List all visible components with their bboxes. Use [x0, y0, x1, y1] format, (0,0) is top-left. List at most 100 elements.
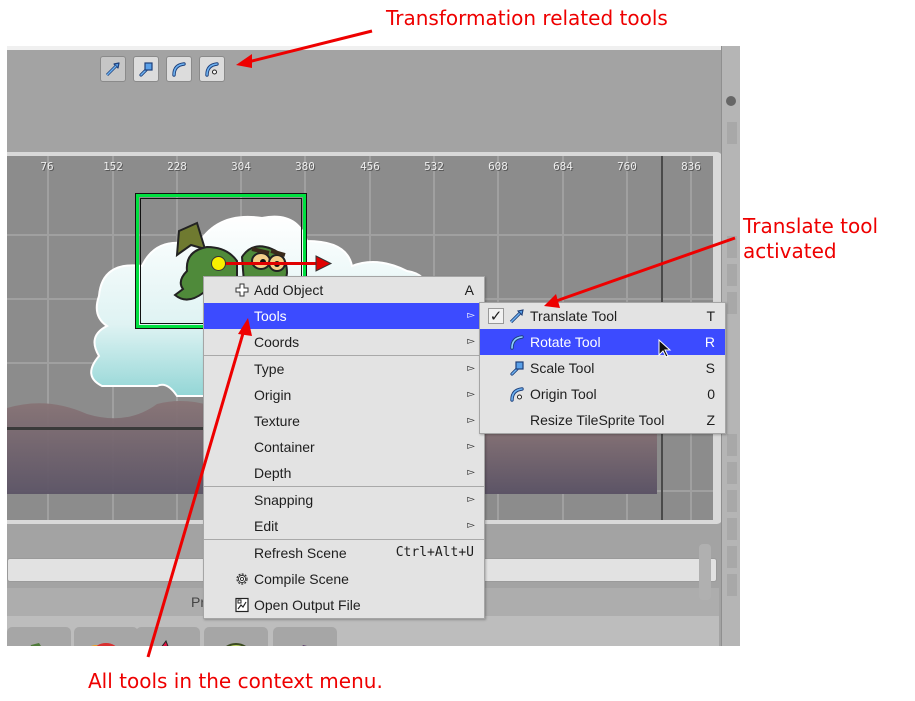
panel-block[interactable] — [727, 122, 737, 144]
menu-item-edit[interactable]: Edit ▻ — [204, 513, 484, 539]
menu-item-label: Depth — [254, 465, 292, 481]
submenu-item-label: Resize TileSprite Tool — [530, 412, 665, 428]
asset-tile[interactable] — [273, 627, 337, 646]
menu-item-tools[interactable]: Tools ▻ — [204, 303, 484, 329]
ruler-label: 836 — [681, 160, 701, 173]
submenu-item-shortcut: T — [706, 308, 715, 324]
submenu-item-label: Rotate Tool — [530, 334, 601, 350]
menu-item-label: Origin — [254, 387, 292, 403]
origin-tool-button[interactable] — [199, 56, 225, 82]
asset-tile[interactable] — [74, 627, 138, 646]
panel-block[interactable] — [727, 434, 737, 456]
submenu-item-scale-tool[interactable]: Scale Tool S — [480, 355, 725, 381]
assets-scrollbar[interactable] — [699, 544, 711, 600]
window-top-strip — [7, 46, 739, 50]
submenu-arrow-icon: ▻ — [467, 415, 475, 426]
panel-block[interactable] — [727, 490, 737, 512]
menu-item-coords[interactable]: Coords ▻ — [204, 329, 484, 355]
menu-item-label: Container — [254, 439, 315, 455]
menu-item-label: Refresh Scene — [254, 545, 347, 561]
submenu-item-translate-tool[interactable]: ✓ Translate Tool T — [480, 303, 725, 329]
mouse-cursor-icon — [658, 339, 672, 358]
submenu-arrow-icon: ▻ — [467, 494, 475, 505]
submenu-item-shortcut: Z — [706, 412, 715, 428]
ruler-label: 760 — [617, 160, 637, 173]
ruler-label: 76 — [40, 160, 54, 173]
asset-orb-thumbnail — [226, 643, 246, 646]
asset-tile[interactable] — [7, 627, 71, 646]
submenu-item-resize-tilesprite-tool[interactable]: Resize TileSprite Tool Z — [480, 407, 725, 433]
ruler-label: 152 — [103, 160, 123, 173]
context-menu: Add Object A Tools ▻ Coords ▻ Type ▻ Ori… — [203, 276, 485, 619]
rotate-arc-icon — [510, 335, 524, 350]
asset-tile[interactable] — [204, 627, 268, 646]
checkmark-icon: ✓ — [488, 308, 504, 325]
translate-arrow-icon — [509, 309, 524, 324]
submenu-item-shortcut: 0 — [707, 386, 715, 402]
submenu-item-shortcut: S — [705, 360, 715, 376]
menu-item-label: Coords — [254, 334, 300, 350]
file-icon — [235, 597, 249, 613]
menu-item-compile-scene[interactable]: Compile Scene — [204, 566, 484, 592]
submenu-arrow-icon: ▻ — [467, 441, 475, 452]
ruler-label: 304 — [231, 160, 251, 173]
scale-icon — [510, 361, 524, 376]
rotate-arc-icon — [172, 62, 186, 77]
translate-gizmo-x-axis[interactable] — [219, 262, 317, 265]
panel-block[interactable] — [727, 264, 737, 286]
panel-block[interactable] — [727, 462, 737, 484]
panel-block[interactable] — [727, 546, 737, 568]
menu-item-snapping[interactable]: Snapping ▻ — [204, 487, 484, 513]
ruler-label: 532 — [424, 160, 444, 173]
menu-item-label: Add Object — [254, 282, 324, 298]
translate-tool-button[interactable] — [100, 56, 126, 82]
menu-item-shortcut: A — [464, 282, 474, 298]
annotation-transformation-tools: Transformation related tools — [386, 6, 668, 30]
menu-item-refresh-scene[interactable]: Refresh Scene Ctrl+Alt+U — [204, 540, 484, 566]
origin-arc-icon — [205, 62, 219, 77]
submenu-item-label: Translate Tool — [530, 308, 618, 324]
menu-item-label: Snapping — [254, 492, 314, 508]
menu-item-texture[interactable]: Texture ▻ — [204, 408, 484, 434]
submenu-item-shortcut: R — [704, 334, 715, 350]
panel-block[interactable] — [727, 292, 737, 314]
menu-item-container[interactable]: Container ▻ — [204, 434, 484, 460]
menu-item-add-object[interactable]: Add Object A — [204, 277, 484, 303]
asset-tile[interactable] — [136, 627, 200, 646]
menu-item-label: Texture — [254, 413, 300, 429]
submenu-arrow-icon: ▻ — [467, 363, 475, 374]
panel-block[interactable] — [727, 236, 737, 258]
ruler-label: 228 — [167, 160, 187, 173]
translate-arrow-icon — [105, 62, 120, 77]
submenu-item-label: Scale Tool — [530, 360, 595, 376]
annotation-all-tools-context-menu: All tools in the context menu. — [88, 669, 383, 693]
ruler-label: 380 — [295, 160, 315, 173]
menu-item-shortcut: Ctrl+Alt+U — [395, 545, 474, 560]
asset-bat-thumbnail — [302, 645, 307, 646]
panel-block[interactable] — [727, 518, 737, 540]
menu-item-label: Compile Scene — [254, 571, 349, 587]
menu-item-label: Open Output File — [254, 597, 361, 613]
submenu-item-origin-tool[interactable]: Origin Tool 0 — [480, 381, 725, 407]
plus-icon — [235, 283, 249, 297]
scale-tool-button[interactable] — [133, 56, 159, 82]
submenu-arrow-icon: ▻ — [467, 467, 475, 478]
translate-gizmo-origin-handle[interactable] — [211, 256, 226, 271]
menu-item-origin[interactable]: Origin ▻ — [204, 382, 484, 408]
panel-icon[interactable] — [726, 96, 736, 106]
origin-arc-icon — [510, 387, 524, 402]
rotate-tool-button[interactable] — [166, 56, 192, 82]
submenu-item-rotate-tool[interactable]: Rotate Tool R — [480, 329, 725, 355]
submenu-arrow-icon: ▻ — [467, 336, 475, 347]
translate-gizmo-arrow-head[interactable] — [315, 255, 333, 272]
menu-item-type[interactable]: Type ▻ — [204, 356, 484, 382]
menu-item-depth[interactable]: Depth ▻ — [204, 460, 484, 486]
submenu-item-label: Origin Tool — [530, 386, 597, 402]
tools-submenu: ✓ Translate Tool T Rotate Tool R Scale T… — [479, 302, 726, 434]
gear-icon — [236, 573, 248, 585]
panel-block[interactable] — [727, 574, 737, 596]
asset-fire-thumbnail — [91, 643, 116, 646]
menu-item-open-output-file[interactable]: Open Output File — [204, 592, 484, 618]
scale-icon — [139, 62, 153, 77]
ruler-label: 608 — [488, 160, 508, 173]
